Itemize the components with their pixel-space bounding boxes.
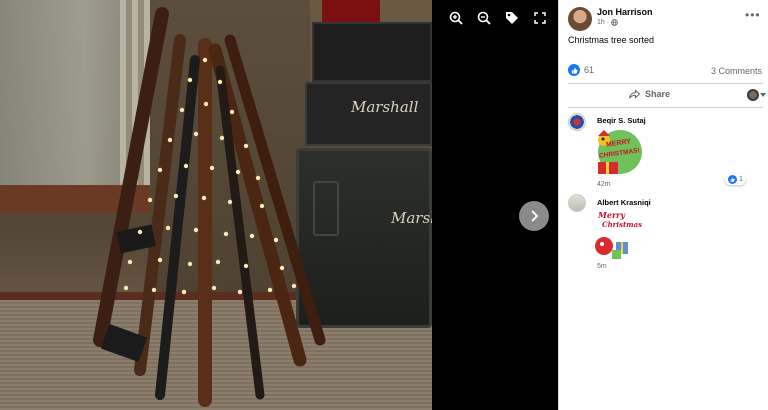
like-icon (728, 175, 737, 184)
comment-reaction[interactable]: 1 (725, 174, 746, 185)
fullscreen-icon[interactable] (530, 9, 550, 27)
zoom-out-icon[interactable] (474, 9, 494, 27)
like-icon (568, 64, 580, 76)
commenter-name[interactable]: Albert Krasniqi (597, 198, 651, 207)
globe-icon (611, 19, 618, 26)
post-time[interactable]: 1h (597, 19, 605, 26)
chevron-right-icon (531, 210, 539, 222)
next-photo-button[interactable] (519, 201, 549, 231)
author-name[interactable]: Jon Harrison (597, 7, 653, 17)
more-options-button[interactable]: ••• (745, 8, 761, 22)
merry-christmas-sticker: Merry Christmas (592, 208, 643, 260)
photo-viewer: Marshall Marshall (0, 0, 558, 410)
commenter-avatar[interactable] (568, 113, 586, 131)
comment-time[interactable]: 42m (597, 181, 611, 188)
comment-count[interactable]: 3 Comments (711, 66, 762, 76)
post-text: Christmas tree sorted (568, 35, 655, 45)
divider (568, 107, 763, 108)
zoom-in-icon[interactable] (446, 9, 466, 27)
merry-christmas-sticker: MERRY CHRISTMAS! (594, 128, 642, 178)
share-label: Share (645, 89, 671, 99)
post-side-panel: Jon Harrison 1h · ••• Christmas tree sor… (558, 0, 768, 410)
sticker-text-line1: Merry (598, 210, 626, 220)
comment-time[interactable]: 5m (597, 263, 607, 270)
author-avatar[interactable] (568, 7, 592, 31)
share-icon (629, 89, 640, 99)
post-photo[interactable]: Marshall Marshall (0, 0, 432, 410)
tag-icon[interactable] (502, 9, 522, 27)
comment-reaction-count: 1 (739, 176, 743, 183)
chevron-down-icon[interactable] (760, 93, 766, 97)
commenter-name[interactable]: Beqir S. Sutaj (597, 116, 646, 125)
viewer-avatar[interactable] (747, 89, 759, 101)
commenter-avatar[interactable] (568, 194, 586, 212)
post-meta: 1h · (597, 19, 618, 26)
sticker-text-line2: Christmas (602, 220, 643, 229)
reaction-summary[interactable]: 61 (568, 64, 594, 76)
share-button[interactable]: Share (629, 89, 670, 99)
divider (568, 83, 763, 84)
like-count: 61 (584, 65, 595, 75)
rifle-tree (93, 7, 326, 407)
